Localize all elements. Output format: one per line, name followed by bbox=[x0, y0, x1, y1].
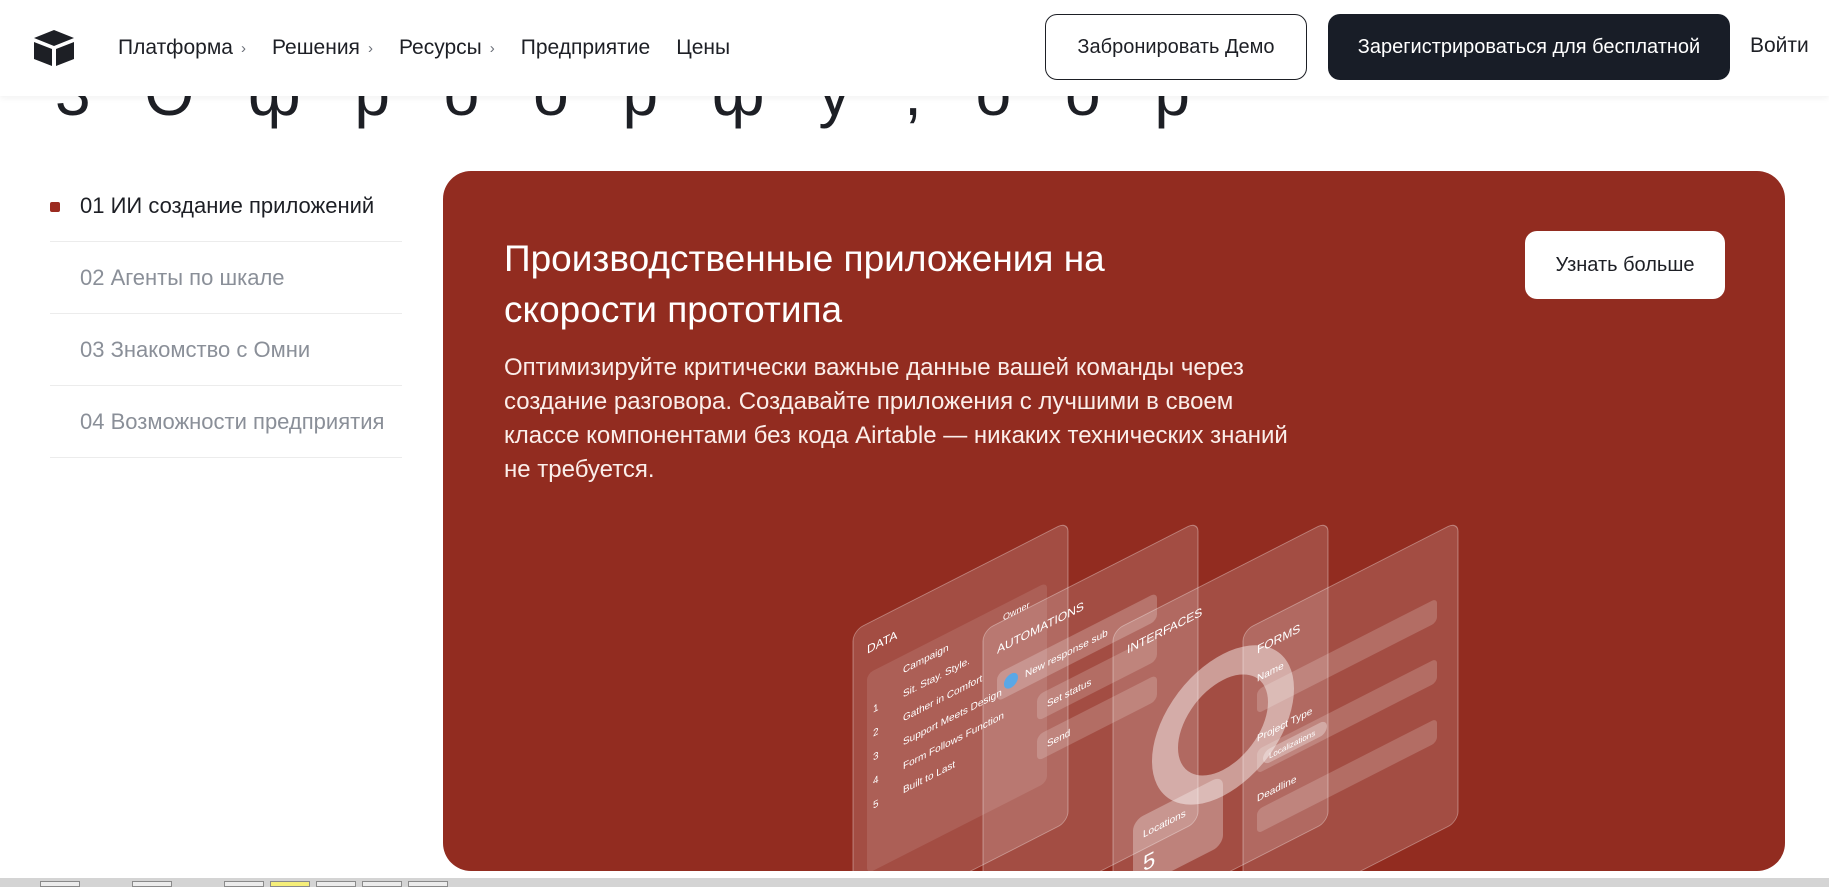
chevron-right-icon: › bbox=[367, 39, 373, 57]
active-indicator bbox=[50, 202, 60, 212]
tab-enterprise-capabilities[interactable]: 04 Возможности предприятия bbox=[50, 386, 402, 458]
feature-card: Производственные приложения на скорости … bbox=[443, 171, 1785, 871]
taskbar-item[interactable] bbox=[316, 881, 356, 887]
taskbar-item[interactable] bbox=[408, 881, 448, 887]
product-illustration: DATA Campaign 1 Sit. Stay. Style. 2 Gath… bbox=[852, 524, 1459, 871]
nav-platform-label: Платформа bbox=[118, 36, 233, 59]
tab-label: 03 Знакомство с Омни bbox=[80, 336, 311, 362]
tab-label: 04 Возможности предприятия bbox=[80, 408, 385, 434]
tab-label: 02 Агенты по шкале bbox=[80, 264, 285, 290]
chevron-right-icon: › bbox=[240, 39, 246, 57]
nav-solutions-label: Решения bbox=[271, 36, 360, 59]
chevron-right-icon: › bbox=[489, 39, 495, 57]
nav-pricing[interactable]: Цены bbox=[676, 36, 730, 60]
login-link[interactable]: Войти bbox=[1750, 34, 1809, 58]
nav-resources[interactable]: Ресурсы › bbox=[399, 36, 495, 60]
taskbar-item[interactable] bbox=[224, 881, 264, 887]
taskbar-item[interactable] bbox=[132, 881, 172, 887]
learn-more-button[interactable]: Узнать больше bbox=[1525, 231, 1725, 299]
nav-solutions[interactable]: Решения › bbox=[272, 36, 373, 60]
main-nav: Платформа › Решения › Ресурсы › Предприя… bbox=[118, 0, 756, 96]
card-description: Оптимизируйте критически важные данные в… bbox=[504, 354, 1288, 483]
tab-label: 01 ИИ создание приложений bbox=[80, 192, 375, 218]
signup-free-button[interactable]: Зарегистрироваться для бесплатной bbox=[1328, 14, 1730, 80]
taskbar-item[interactable] bbox=[362, 881, 402, 887]
site-header: Платформа › Решения › Ресурсы › Предприя… bbox=[0, 0, 1829, 96]
airtable-logo-icon[interactable] bbox=[32, 28, 76, 68]
nav-enterprise[interactable]: Предприятие bbox=[521, 36, 650, 60]
tab-meet-omni[interactable]: 03 Знакомство с Омни bbox=[50, 314, 402, 386]
book-demo-button[interactable]: Забронировать Демо bbox=[1045, 14, 1307, 80]
nav-enterprise-label: Предприятие bbox=[520, 36, 651, 59]
tab-ai-app-building[interactable]: 01 ИИ создание приложений bbox=[50, 170, 402, 242]
nav-platform[interactable]: Платформа › bbox=[118, 36, 246, 60]
taskbar-item[interactable] bbox=[40, 881, 80, 887]
feature-tabs: 01 ИИ создание приложений 02 Агенты по ш… bbox=[50, 170, 402, 458]
nav-pricing-label: Цены bbox=[676, 36, 731, 59]
nav-resources-label: Ресурсы bbox=[398, 36, 482, 59]
tab-agents-at-scale[interactable]: 02 Агенты по шкале bbox=[50, 242, 402, 314]
taskbar-item[interactable] bbox=[270, 881, 310, 887]
card-title: Производственные приложения на скорости … bbox=[504, 238, 1105, 330]
